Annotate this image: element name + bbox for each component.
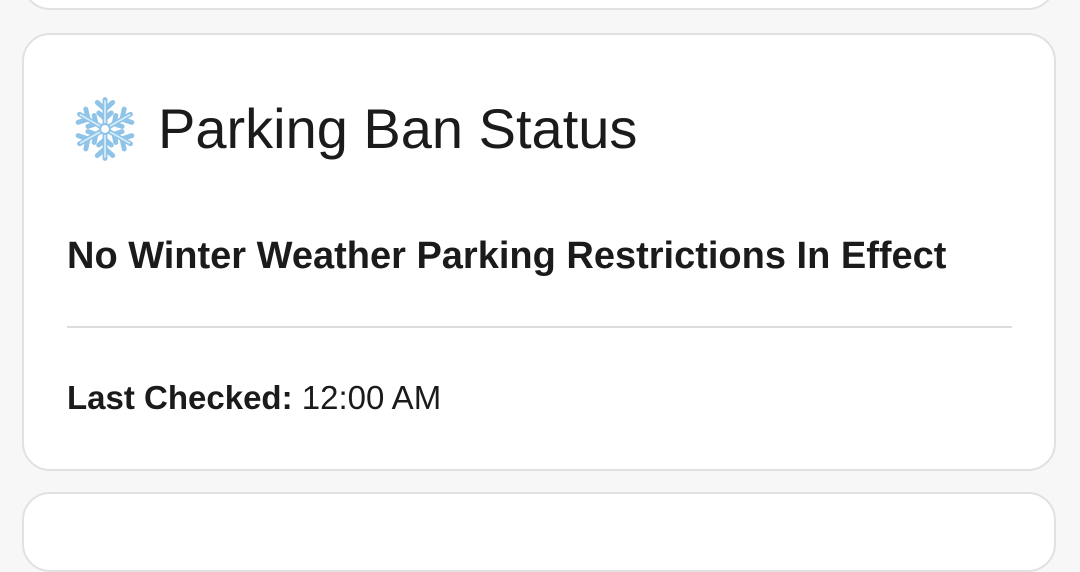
divider [67, 326, 1012, 328]
previous-card [22, 0, 1056, 10]
snowflake-icon [70, 94, 140, 164]
card-title: Parking Ban Status [158, 97, 638, 160]
parking-restriction-status: No Winter Weather Parking Restrictions I… [67, 235, 947, 277]
card-header: Parking Ban Status [70, 93, 637, 165]
parking-ban-status-card: Parking Ban Status No Winter Weather Par… [22, 33, 1056, 471]
last-checked-label: Last Checked: [67, 379, 302, 416]
next-card [22, 492, 1056, 572]
last-checked-time: 12:00 AM [301, 379, 442, 416]
last-checked-row: Last Checked: 12:00 AM [67, 381, 441, 414]
